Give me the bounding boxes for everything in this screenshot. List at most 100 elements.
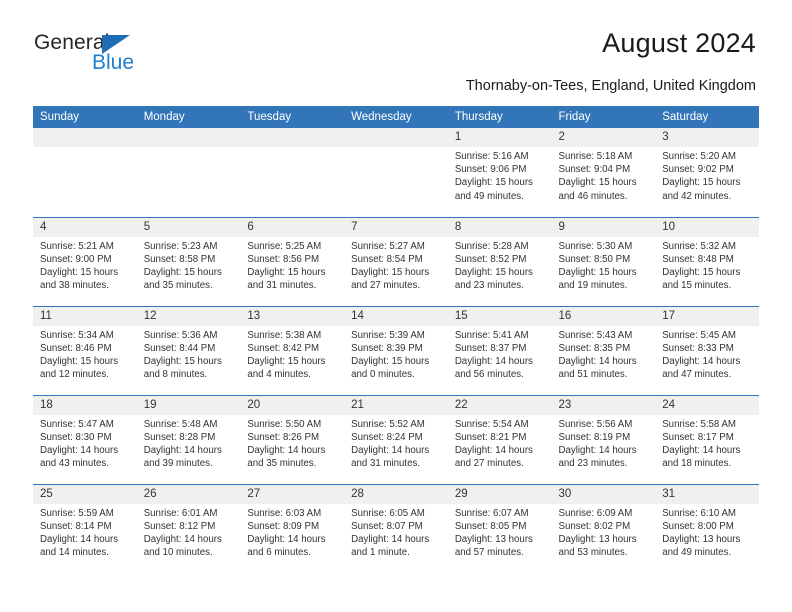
sunrise-line: Sunrise: 5:47 AM (40, 418, 114, 430)
sunset-line: Sunset: 9:00 PM (40, 253, 112, 265)
sunset-line: Sunset: 8:52 PM (454, 253, 527, 265)
calendar-day-cell[interactable]: 3 Sunrise: 5:20 AM Sunset: 9:02 PM Daylight… (655, 128, 759, 217)
day-number: 12 (136, 306, 241, 326)
page-header: General Blue August 2024 Thornaby-on-Tee… (0, 0, 792, 94)
day-sun-info: Sunrise: 5:18 AM Sunset: 9:04 PM Daylight:… (552, 147, 656, 203)
calendar-day-cell[interactable]: 23 Sunrise: 5:56 AM Sunset: 8:19 PM Dayligh… (551, 394, 656, 484)
calendar-day-cell[interactable]: 18 Sunrise: 5:47 AM Sunset: 8:30 PM Dayligh… (33, 394, 137, 484)
day-number: 4 (33, 217, 137, 237)
daylight-line: and 27 minutes. (454, 458, 524, 470)
day-sun-info: Sunrise: 5:47 AM Sunset: 8:30 PM Daylight:… (33, 415, 137, 471)
sunrise-line: Sunrise: 6:01 AM (143, 507, 218, 519)
calendar-day-cell[interactable] (136, 128, 241, 217)
weekday-header-wednesday: Wednesday (344, 106, 448, 128)
calendar-day-cell[interactable] (344, 128, 448, 217)
calendar-day-cell[interactable]: 20 Sunrise: 5:50 AM Sunset: 8:26 PM Dayligh… (240, 394, 345, 484)
day-number: 10 (655, 217, 759, 237)
daylight-line: Daylight: 13 hours (558, 533, 637, 545)
general-blue-logo[interactable]: General Blue (34, 32, 174, 80)
calendar-day-cell[interactable]: 31 Sunrise: 6:10 AM Sunset: 8:00 PM Dayligh… (655, 483, 759, 573)
daylight-line: Daylight: 13 hours (662, 533, 741, 545)
day-number (33, 128, 137, 147)
day-sun-info: Sunrise: 5:43 AM Sunset: 8:35 PM Daylight:… (552, 326, 656, 382)
calendar-day-cell[interactable]: 15 Sunrise: 5:41 AM Sunset: 8:37 PM Dayligh… (447, 305, 552, 395)
sunrise-line: Sunrise: 6:03 AM (247, 507, 322, 519)
daylight-line: and 27 minutes. (351, 280, 421, 292)
calendar-day-cell[interactable]: 21 Sunrise: 5:52 AM Sunset: 8:24 PM Dayligh… (344, 394, 448, 484)
calendar-day-cell[interactable]: 30 Sunrise: 6:09 AM Sunset: 8:02 PM Dayligh… (551, 483, 656, 573)
calendar-day-cell[interactable]: 6 Sunrise: 5:25 AM Sunset: 8:56 PM Daylight… (240, 216, 345, 306)
daylight-line: Daylight: 14 hours (558, 355, 637, 367)
calendar-day-cell[interactable]: 26 Sunrise: 6:01 AM Sunset: 8:12 PM Dayligh… (136, 483, 241, 573)
sunrise-line: Sunrise: 5:25 AM (247, 240, 322, 252)
sunrise-line: Sunrise: 5:32 AM (662, 240, 736, 252)
sunrise-line: Sunrise: 5:59 AM (40, 507, 114, 519)
calendar-day-cell[interactable]: 14 Sunrise: 5:39 AM Sunset: 8:39 PM Dayligh… (344, 305, 448, 395)
day-number: 7 (344, 217, 448, 237)
day-sun-info: Sunrise: 5:48 AM Sunset: 8:28 PM Daylight:… (137, 415, 241, 471)
daylight-line: and 53 minutes. (558, 547, 628, 559)
sunrise-line: Sunrise: 5:16 AM (454, 151, 529, 162)
calendar-day-cell[interactable]: 11 Sunrise: 5:34 AM Sunset: 8:46 PM Dayligh… (33, 305, 137, 395)
day-number: 19 (136, 395, 241, 415)
day-number: 2 (551, 128, 656, 147)
sunrise-line: Sunrise: 5:30 AM (558, 240, 633, 252)
weekday-header-friday: Friday (551, 106, 656, 128)
calendar-day-cell[interactable]: 8 Sunrise: 5:28 AM Sunset: 8:52 PM Daylight… (447, 216, 552, 306)
calendar-day-cell[interactable]: 16 Sunrise: 5:43 AM Sunset: 8:35 PM Dayligh… (551, 305, 656, 395)
calendar-day-cell[interactable]: 19 Sunrise: 5:48 AM Sunset: 8:28 PM Dayligh… (136, 394, 241, 484)
calendar-day-cell[interactable]: 24 Sunrise: 5:58 AM Sunset: 8:17 PM Dayligh… (655, 394, 759, 484)
day-sun-info: Sunrise: 5:45 AM Sunset: 8:33 PM Daylight:… (655, 326, 759, 382)
sunset-line: Sunset: 8:46 PM (40, 342, 112, 354)
calendar-week-row: 25 Sunrise: 5:59 AM Sunset: 8:14 PM Dayligh… (33, 483, 759, 573)
daylight-line: and 35 minutes. (247, 458, 317, 470)
calendar-week-row: 4 Sunrise: 5:21 AM Sunset: 9:00 PM Daylight… (33, 216, 759, 306)
daylight-line: and 12 minutes. (40, 369, 109, 381)
calendar-week-row: 1 Sunrise: 5:16 AM Sunset: 9:06 PM Daylight… (33, 128, 759, 217)
sunrise-line: Sunrise: 5:18 AM (558, 151, 633, 162)
calendar-day-cell[interactable]: 7 Sunrise: 5:27 AM Sunset: 8:54 PM Daylight… (344, 216, 448, 306)
day-sun-info: Sunrise: 5:30 AM Sunset: 8:50 PM Daylight:… (552, 237, 656, 293)
daylight-line: Daylight: 15 hours (558, 266, 637, 278)
sunset-line: Sunset: 8:39 PM (351, 342, 423, 354)
day-sun-info: Sunrise: 5:34 AM Sunset: 8:46 PM Daylight:… (33, 326, 137, 382)
daylight-line: and 39 minutes. (143, 458, 213, 470)
sunrise-line: Sunrise: 5:58 AM (662, 418, 736, 430)
calendar-day-cell[interactable]: 27 Sunrise: 6:03 AM Sunset: 8:09 PM Dayligh… (240, 483, 345, 573)
calendar-day-cell[interactable]: 1 Sunrise: 5:16 AM Sunset: 9:06 PM Daylight… (447, 128, 552, 217)
day-sun-info: Sunrise: 5:28 AM Sunset: 8:52 PM Daylight:… (448, 237, 552, 293)
daylight-line: Daylight: 14 hours (143, 444, 222, 456)
weekday-header-thursday: Thursday (447, 106, 552, 128)
daylight-line: and 35 minutes. (143, 280, 213, 292)
calendar-day-cell[interactable]: 9 Sunrise: 5:30 AM Sunset: 8:50 PM Daylight… (551, 216, 656, 306)
day-sun-info: Sunrise: 6:05 AM Sunset: 8:07 PM Daylight:… (344, 504, 448, 560)
calendar-day-cell[interactable]: 17 Sunrise: 5:45 AM Sunset: 8:33 PM Dayligh… (655, 305, 759, 395)
daylight-line: and 18 minutes. (662, 458, 732, 470)
day-number: 17 (655, 306, 759, 326)
calendar-day-cell[interactable]: 12 Sunrise: 5:36 AM Sunset: 8:44 PM Dayligh… (136, 305, 241, 395)
calendar-day-cell[interactable]: 4 Sunrise: 5:21 AM Sunset: 9:00 PM Daylight… (33, 216, 137, 306)
calendar-day-cell[interactable]: 5 Sunrise: 5:23 AM Sunset: 8:58 PM Daylight… (136, 216, 241, 306)
calendar-day-cell[interactable]: 25 Sunrise: 5:59 AM Sunset: 8:14 PM Dayligh… (33, 483, 137, 573)
calendar-day-cell[interactable]: 2 Sunrise: 5:18 AM Sunset: 9:04 PM Daylight… (551, 128, 656, 217)
weekday-header-monday: Monday (136, 106, 241, 128)
calendar-day-cell[interactable] (33, 128, 137, 217)
calendar-day-cell[interactable]: 10 Sunrise: 5:32 AM Sunset: 8:48 PM Dayligh… (655, 216, 759, 306)
daylight-line: Daylight: 15 hours (351, 266, 430, 278)
day-number: 1 (447, 128, 552, 147)
calendar-day-cell[interactable]: 13 Sunrise: 5:38 AM Sunset: 8:42 PM Dayligh… (240, 305, 345, 395)
sunset-line: Sunset: 8:37 PM (454, 342, 527, 354)
day-sun-info: Sunrise: 5:56 AM Sunset: 8:19 PM Daylight:… (552, 415, 656, 471)
logo-text-general: General (34, 31, 110, 54)
calendar-day-cell[interactable]: 22 Sunrise: 5:54 AM Sunset: 8:21 PM Dayligh… (447, 394, 552, 484)
calendar-day-cell[interactable]: 29 Sunrise: 6:07 AM Sunset: 8:05 PM Dayligh… (447, 483, 552, 573)
calendar-day-cell[interactable] (240, 128, 345, 217)
sunrise-line: Sunrise: 5:43 AM (558, 329, 633, 341)
day-number: 21 (344, 395, 448, 415)
day-number: 16 (551, 306, 656, 326)
daylight-line: and 19 minutes. (558, 280, 628, 292)
day-sun-info: Sunrise: 5:41 AM Sunset: 8:37 PM Daylight:… (448, 326, 552, 382)
calendar-day-cell[interactable]: 28 Sunrise: 6:05 AM Sunset: 8:07 PM Dayligh… (344, 483, 448, 573)
calendar-weekday-header: Sunday Monday Tuesday Wednesday Thursday… (33, 106, 759, 128)
sunset-line: Sunset: 8:02 PM (558, 520, 631, 532)
